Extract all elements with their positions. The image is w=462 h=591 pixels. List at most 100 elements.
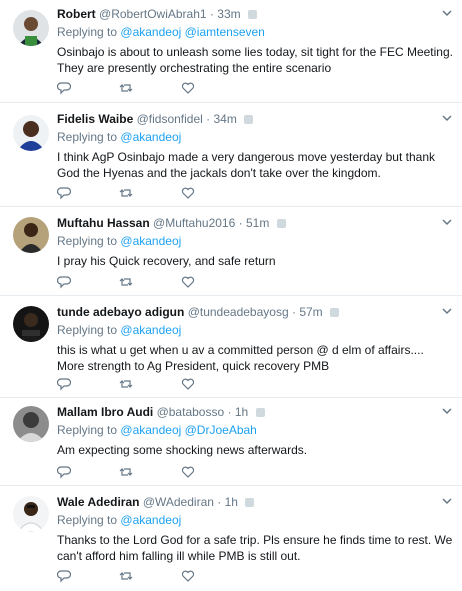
separator-dot: · xyxy=(227,405,232,419)
retweet-icon xyxy=(119,380,133,388)
display-name[interactable]: Wale Adediran xyxy=(57,495,139,509)
timestamp[interactable]: 34m xyxy=(214,112,237,126)
tweet-header: Fidelis Waibe @fidsonfidel · 34m xyxy=(57,111,454,127)
display-name[interactable]: tunde adebayo adigun xyxy=(57,305,184,319)
tweet[interactable]: Robert @RobertOwiAbrah1 · 33m Replying t… xyxy=(0,0,462,103)
reply-button[interactable] xyxy=(57,274,119,290)
reply-button[interactable] xyxy=(57,80,119,96)
device-icon xyxy=(247,10,257,19)
display-name[interactable]: Fidelis Waibe xyxy=(57,112,133,126)
avatar[interactable] xyxy=(13,406,49,442)
retweet-button[interactable] xyxy=(119,568,181,584)
like-button[interactable] xyxy=(181,464,243,480)
tweet[interactable]: Wale Adediran @WAdediran · 1h Replying t… xyxy=(0,486,462,591)
retweet-button[interactable] xyxy=(119,80,181,96)
timestamp[interactable]: 33m xyxy=(217,7,240,21)
tweet-body: Mallam Ibro Audi @batabosso · 1h Replyin… xyxy=(57,404,454,458)
chevron-down-icon[interactable] xyxy=(440,495,454,509)
timestamp[interactable]: 1h xyxy=(225,495,238,509)
retweet-icon xyxy=(119,189,133,197)
tweet[interactable]: tunde adebayo adigun @tundeadebayosg · 5… xyxy=(0,296,462,398)
tweet-body: Wale Adediran @WAdediran · 1h Replying t… xyxy=(57,494,454,564)
reply-button[interactable] xyxy=(57,568,119,584)
reply-feed: Robert @RobertOwiAbrah1 · 33m Replying t… xyxy=(0,0,462,591)
replying-to: Replying to @akandeoj xyxy=(57,129,454,145)
tweet-header: Robert @RobertOwiAbrah1 · 33m xyxy=(57,6,454,22)
tweet-text: Am expecting some shocking news afterwar… xyxy=(57,443,308,457)
user-handle[interactable]: @RobertOwiAbrah1 xyxy=(99,7,207,21)
retweet-button[interactable] xyxy=(119,464,181,480)
reply-button[interactable] xyxy=(57,185,119,201)
display-name[interactable]: Mallam Ibro Audi xyxy=(57,405,153,419)
replying-to-label: Replying to xyxy=(57,323,118,337)
display-name[interactable]: Muftahu Hassan xyxy=(57,216,150,230)
tweet-actions xyxy=(57,464,243,480)
tweet[interactable]: Mallam Ibro Audi @batabosso · 1h Replyin… xyxy=(0,398,462,486)
retweet-button[interactable] xyxy=(119,274,181,290)
mention-link[interactable]: @iamtenseven xyxy=(185,25,265,39)
like-button[interactable] xyxy=(181,185,243,201)
mention-link[interactable]: @akandeoj xyxy=(120,423,181,437)
like-button[interactable] xyxy=(181,80,243,96)
heart-icon xyxy=(181,570,195,582)
timestamp[interactable]: 51m xyxy=(246,216,269,230)
avatar[interactable] xyxy=(13,217,49,253)
reply-icon xyxy=(57,378,71,391)
mention-link[interactable]: @akandeoj xyxy=(120,513,181,527)
separator-dot: · xyxy=(238,216,243,230)
chevron-down-icon[interactable] xyxy=(440,216,454,230)
heart-icon xyxy=(181,378,195,390)
retweet-icon xyxy=(119,468,133,476)
separator-dot: · xyxy=(291,305,296,319)
mention-link[interactable]: @akandeoj xyxy=(120,323,181,337)
avatar[interactable] xyxy=(13,10,49,46)
device-icon xyxy=(255,408,265,417)
user-handle[interactable]: @batabosso xyxy=(157,405,225,419)
replying-to: Replying to @akandeoj xyxy=(57,233,454,249)
mention-link[interactable]: @DrJoeAbah xyxy=(185,423,257,437)
user-handle[interactable]: @Muftahu2016 xyxy=(153,216,235,230)
replying-to: Replying to @akandeoj @DrJoeAbah xyxy=(57,422,454,438)
retweet-icon xyxy=(119,572,133,580)
tweet-actions xyxy=(57,185,243,201)
timestamp[interactable]: 57m xyxy=(299,305,322,319)
like-button[interactable] xyxy=(181,376,243,392)
user-handle[interactable]: @tundeadebayosg xyxy=(188,305,289,319)
tweet[interactable]: Muftahu Hassan @Muftahu2016 · 51m Replyi… xyxy=(0,207,462,296)
retweet-button[interactable] xyxy=(119,376,181,392)
chevron-down-icon[interactable] xyxy=(440,305,454,319)
retweet-icon xyxy=(119,278,133,286)
display-name[interactable]: Robert xyxy=(57,7,96,21)
avatar[interactable] xyxy=(13,496,49,532)
chevron-down-icon[interactable] xyxy=(440,405,454,419)
chevron-down-icon[interactable] xyxy=(440,112,454,126)
replying-to-label: Replying to xyxy=(57,234,118,248)
avatar[interactable] xyxy=(13,115,49,151)
separator-dot: · xyxy=(206,112,211,126)
tweet-header: tunde adebayo adigun @tundeadebayosg · 5… xyxy=(57,304,454,320)
replying-to: Replying to @akandeoj xyxy=(57,322,454,338)
heart-icon xyxy=(181,466,195,478)
timestamp[interactable]: 1h xyxy=(235,405,248,419)
reply-button[interactable] xyxy=(57,376,119,392)
avatar[interactable] xyxy=(13,306,49,342)
separator-dot: · xyxy=(217,495,222,509)
chevron-down-icon[interactable] xyxy=(440,7,454,21)
tweet-text: Thanks to the Lord God for a safe trip. … xyxy=(57,533,453,563)
mention-link[interactable]: @akandeoj xyxy=(120,130,181,144)
tweet[interactable]: Fidelis Waibe @fidsonfidel · 34m Replyin… xyxy=(0,103,462,207)
tweet-header: Muftahu Hassan @Muftahu2016 · 51m xyxy=(57,215,454,231)
tweet-text: Osinbajo is about to unleash some lies t… xyxy=(57,45,453,75)
replying-to: Replying to @akandeoj xyxy=(57,512,454,528)
like-button[interactable] xyxy=(181,568,243,584)
reply-button[interactable] xyxy=(57,464,119,480)
mention-link[interactable]: @akandeoj xyxy=(120,25,181,39)
mention-link[interactable]: @akandeoj xyxy=(120,234,181,248)
like-button[interactable] xyxy=(181,274,243,290)
device-icon xyxy=(245,498,255,507)
heart-icon xyxy=(181,187,195,199)
user-handle[interactable]: @WAdediran xyxy=(143,495,214,509)
reply-icon xyxy=(57,276,71,289)
user-handle[interactable]: @fidsonfidel xyxy=(137,112,203,126)
retweet-button[interactable] xyxy=(119,185,181,201)
